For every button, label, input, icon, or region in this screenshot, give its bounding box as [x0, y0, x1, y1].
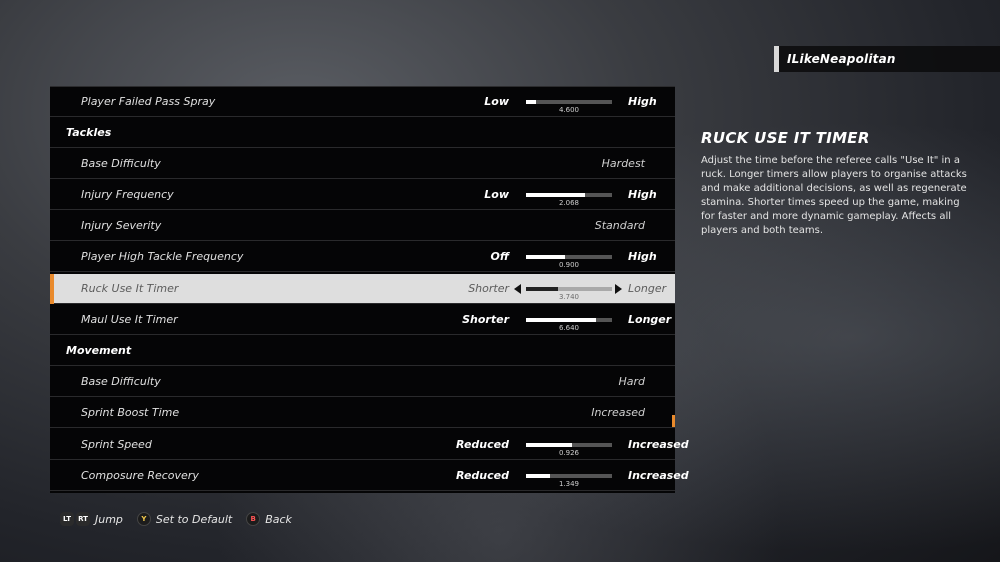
settings-list[interactable]: Player Failed Pass Spray Low 4.600 High …	[50, 86, 689, 493]
slider-min-label: Shorter	[468, 282, 509, 295]
y-button-icon[interactable]: Y	[136, 512, 151, 526]
slider-max-label: High	[628, 250, 657, 263]
slider-track[interactable]	[526, 443, 612, 447]
gamertag-text: ILikeNeapolitan	[787, 52, 896, 66]
slider-row-injury-frequency[interactable]: Injury Frequency Low 2.068 High	[50, 180, 675, 210]
option-value: Hard	[618, 375, 645, 388]
slider-row-composure-recovery[interactable]: Composure Recovery Reduced 1.349 Increas…	[50, 461, 689, 491]
option-row-injury-severity[interactable]: Injury Severity Standard	[50, 211, 675, 241]
scrollbar-thumb[interactable]	[672, 415, 675, 427]
option-value: Increased	[591, 406, 645, 419]
button-prompts: LT RT Jump Y Set to Default B Back	[60, 511, 306, 527]
option-row-sprint-boost-time[interactable]: Sprint Boost Time Increased	[50, 398, 675, 428]
section-title: Movement	[66, 344, 132, 357]
back-label: Back	[265, 512, 292, 526]
row-label: Composure Recovery	[81, 469, 199, 482]
slider-min-label: Reduced	[456, 469, 509, 482]
slider-max-label: High	[628, 95, 657, 108]
slider-row-player-failed-pass-spray[interactable]: Player Failed Pass Spray Low 4.600 High	[50, 87, 675, 117]
row-label: Sprint Speed	[81, 438, 152, 451]
set-default-label: Set to Default	[155, 512, 233, 526]
slider-value: 1.349	[558, 480, 580, 488]
row-label: Injury Severity	[81, 219, 162, 232]
row-label: Injury Frequency	[81, 188, 174, 201]
option-row-movement-base-difficulty[interactable]: Base Difficulty Hard	[50, 367, 675, 397]
slider-row-ruck-use-it-timer[interactable]: Ruck Use It Timer Shorter 3.740 Longer	[50, 274, 675, 304]
slider-value: 4.600	[558, 106, 580, 114]
slider-track[interactable]	[526, 318, 612, 322]
slider-min-label: Off	[490, 250, 509, 263]
slider-track[interactable]	[526, 100, 612, 104]
slider-min-label: Shorter	[462, 313, 509, 326]
slider-value: 6.640	[558, 324, 580, 332]
slider-fill	[526, 443, 572, 447]
slider-track[interactable]	[526, 255, 612, 259]
slider-fill	[526, 100, 537, 104]
slider-max-label: High	[628, 188, 657, 201]
section-header-movement: Movement	[50, 336, 675, 366]
slider-track[interactable]	[526, 193, 612, 197]
slider-value: 3.740	[558, 293, 580, 301]
slider-row-maul-use-it-timer[interactable]: Maul Use It Timer Shorter 6.640 Longer	[50, 305, 675, 335]
slider-max-label: Longer	[628, 313, 672, 326]
slider-value: 2.068	[558, 199, 580, 207]
info-description: Adjust the time before the referee calls…	[701, 155, 967, 236]
arrow-right-icon[interactable]	[615, 284, 622, 294]
option-value: Standard	[594, 219, 645, 232]
slider-track[interactable]	[526, 287, 612, 291]
slider-row-sprint-speed[interactable]: Sprint Speed Reduced 0.926 Increased	[50, 430, 689, 460]
option-row-tackles-base-difficulty[interactable]: Base Difficulty Hardest	[50, 149, 675, 179]
slider-max-label: Increased	[628, 438, 689, 451]
slider-fill	[526, 318, 596, 322]
b-button-icon[interactable]: B	[246, 512, 261, 526]
info-title: RUCK USE IT TIMER	[701, 129, 870, 147]
slider-track[interactable]	[526, 474, 612, 478]
slider-max-label: Increased	[628, 469, 689, 482]
slider-fill	[526, 193, 586, 197]
slider-fill	[526, 287, 558, 291]
slider-value: 0.926	[558, 449, 580, 457]
slider-fill	[526, 255, 565, 259]
slider-min-label: Low	[484, 95, 509, 108]
rt-button-icon[interactable]: RT	[76, 512, 90, 526]
slider-max-label: Longer	[628, 282, 667, 295]
section-header-tackles: Tackles	[50, 118, 675, 148]
row-label: Base Difficulty	[81, 375, 161, 388]
slider-min-label: Low	[484, 188, 509, 201]
slider-fill	[526, 474, 551, 478]
row-label: Ruck Use It Timer	[81, 282, 179, 295]
row-label: Base Difficulty	[81, 157, 161, 170]
option-value: Hardest	[601, 157, 645, 170]
arrow-left-icon[interactable]	[514, 284, 521, 294]
row-label: Maul Use It Timer	[81, 313, 178, 326]
lt-button-icon[interactable]: LT	[60, 512, 74, 526]
slider-min-label: Reduced	[456, 438, 509, 451]
row-label: Sprint Boost Time	[81, 406, 180, 419]
row-label: Player Failed Pass Spray	[81, 95, 216, 108]
jump-label: Jump	[95, 512, 123, 526]
gamertag-badge: ILikeNeapolitan	[774, 46, 1000, 72]
slider-row-player-high-tackle-frequency[interactable]: Player High Tackle Frequency Off 0.900 H…	[50, 242, 675, 272]
slider-value: 0.900	[558, 261, 580, 269]
section-title: Tackles	[66, 126, 112, 139]
row-label: Player High Tackle Frequency	[81, 250, 244, 263]
